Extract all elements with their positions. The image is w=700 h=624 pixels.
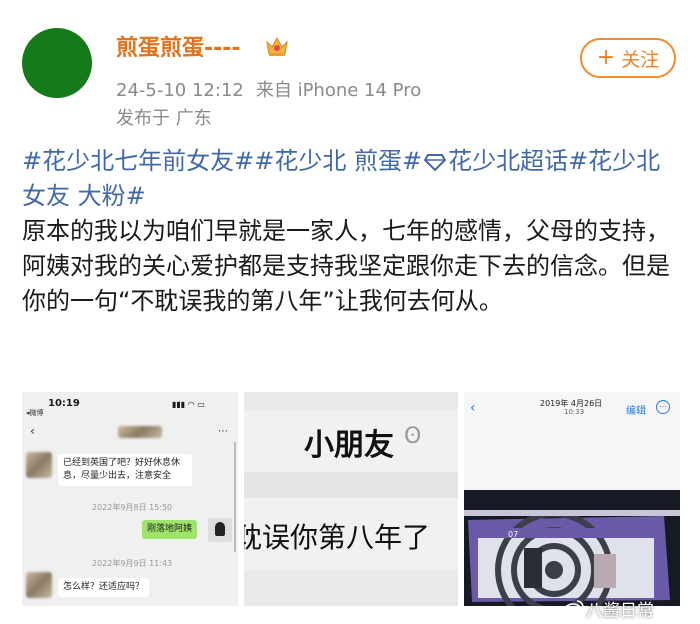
bottom-band [244, 570, 458, 606]
post-location: 发布于 广东 [116, 108, 212, 129]
post-time: 24-5-10 12:12 [116, 80, 244, 101]
photo-image: 07 [464, 490, 680, 606]
crown-badge-icon [266, 36, 288, 56]
message-timestamp: 2022年9月9日 11:43 [92, 559, 173, 568]
ear-icon: ʘ [404, 424, 422, 449]
avatar[interactable] [22, 28, 92, 98]
post-source: 来自 iPhone 14 Pro [255, 80, 422, 101]
hashtag-link[interactable]: #花少北七年前女友##花少北 煎蛋# [22, 147, 422, 175]
follow-button[interactable]: + 关注 [580, 38, 676, 78]
photo-scene [464, 490, 680, 606]
status-clock: 10:19 [48, 398, 80, 409]
message-bubble: 怎么样？还适应吗？ [58, 578, 150, 597]
watermark: 八酱日常 [586, 601, 654, 621]
message-timestamp: 2022年9月8日 15:50 [92, 503, 173, 512]
divider-band [244, 472, 458, 498]
photo-time: 10:33 [564, 408, 585, 416]
weibo-logo-icon [564, 600, 584, 617]
contact-name-blurred [118, 426, 162, 438]
self-avatar [208, 518, 232, 542]
post-meta: 24-5-10 12:12 来自 iPhone 14 Pro [116, 76, 433, 102]
username[interactable]: 煎蛋煎蛋---- [116, 30, 241, 62]
message-bubble: 已经到英国了吧？好好休息休息，尽量少出去，注意安全 [58, 454, 192, 486]
screen-code: 07 [508, 530, 519, 539]
back-to-weibo[interactable]: ◂微博 [26, 408, 44, 418]
back-chevron-icon[interactable]: ‹ [470, 400, 476, 416]
contact-title: 小朋友 [304, 428, 394, 463]
supertopic-diamond-icon [424, 154, 447, 171]
contact-avatar [26, 452, 52, 478]
image-thumbnail-chat[interactable]: 10:19 ◂微博 ▮▮▮ ◠ ▭ ‹ ⋯ 已经到英国了吧？好好休息休息，尽量少… [22, 392, 238, 606]
plus-icon: + [596, 45, 616, 70]
scrollbar[interactable] [234, 442, 236, 552]
more-icon[interactable]: ⋯ [218, 426, 228, 437]
more-icon[interactable]: ⋯ [656, 400, 670, 414]
follow-label: 关注 [621, 48, 660, 71]
chevron-left-icon[interactable]: ‹ [30, 424, 35, 438]
edit-button[interactable]: 编辑 [626, 402, 646, 417]
top-bar [244, 392, 458, 410]
image-thumbnail-note[interactable]: 小朋友 ʘ 耽误你第八年了 [244, 392, 458, 606]
status-icons: ▮▮▮ ◠ ▭ [172, 400, 205, 409]
message-bubble-self: 刚落地阿姨 [142, 520, 198, 539]
post-body: 原本的我以为咱们早就是一家人，七年的感情，父母的支持，阿姨对我的关心爱护都是支持… [22, 217, 670, 315]
contact-avatar [26, 572, 52, 598]
post-content: #花少北七年前女友##花少北 煎蛋# 花少北超话#花少北女友 大粉# 原本的我以为… [22, 144, 682, 319]
note-caption: 耽误你第八年了 [244, 521, 431, 554]
image-thumbnail-photo[interactable]: ‹ 2019年 4月26日 10:33 编辑 ⋯ 07 [464, 392, 680, 606]
